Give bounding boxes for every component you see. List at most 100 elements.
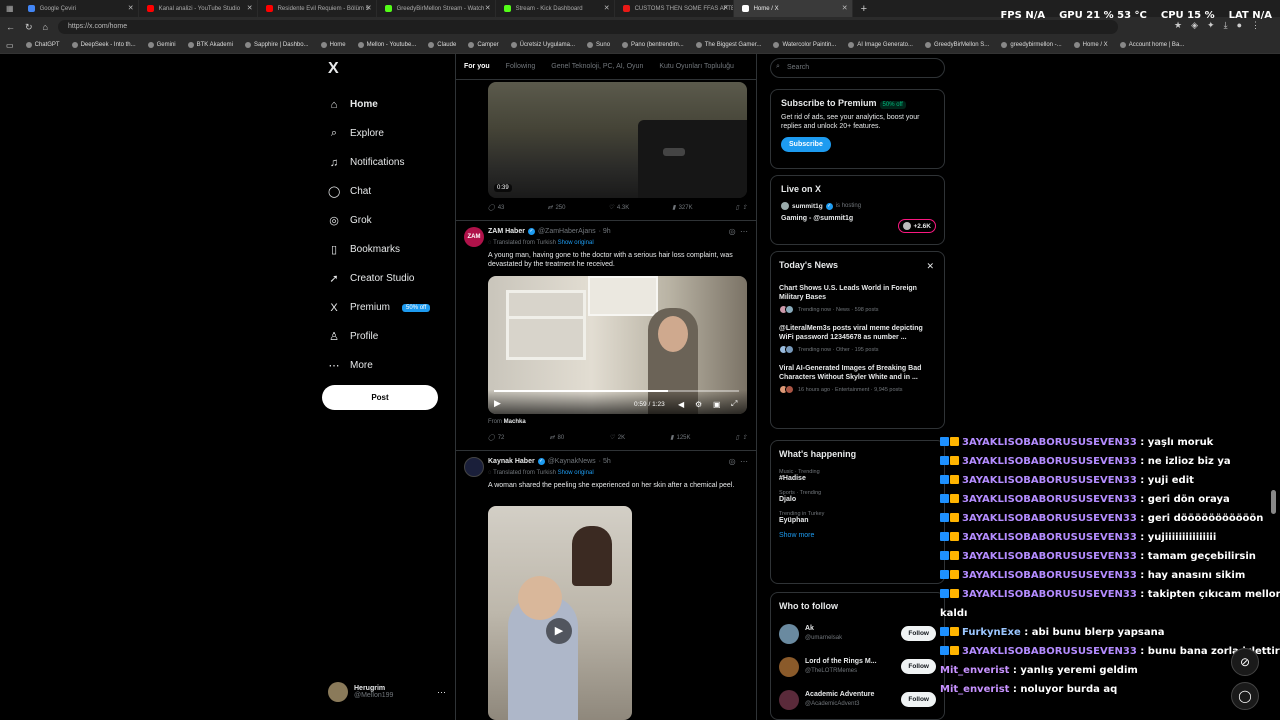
bookmark-item[interactable]: Mellon - Youtube... bbox=[357, 42, 416, 48]
bookmark-item[interactable]: AI Image Generato... bbox=[848, 42, 913, 48]
bookmark-item[interactable]: Suno bbox=[587, 42, 610, 48]
repost-button[interactable]: ⇄ 80 bbox=[550, 434, 565, 442]
nav-item-notifications[interactable]: ♫ Notifications bbox=[322, 148, 452, 177]
reply-button[interactable]: ◯ 72 bbox=[488, 434, 504, 442]
nav-item-explore[interactable]: ⌕ Explore bbox=[322, 119, 452, 148]
share-icon[interactable]: ⇪ bbox=[742, 204, 747, 211]
tweet[interactable]: ZAM ZAM Haber ✓ @ZamHaberAjans · 9h ◎ ⋯ … bbox=[456, 220, 756, 450]
more-icon[interactable]: ⋯ bbox=[740, 227, 748, 236]
share-icon[interactable]: ⇪ bbox=[742, 434, 747, 441]
bookmark-button[interactable]: ▯ ⇪ bbox=[736, 434, 747, 441]
avatar[interactable] bbox=[779, 656, 799, 677]
window-menu-icon[interactable]: ▦ bbox=[0, 4, 20, 13]
follow-button[interactable]: Follow bbox=[901, 659, 936, 674]
nav-item-bookmarks[interactable]: ▯ Bookmarks bbox=[322, 235, 452, 264]
bookmark-item[interactable]: Watercolor Paintin... bbox=[773, 42, 836, 48]
follow-name[interactable]: Lord of the Rings M... bbox=[805, 657, 895, 666]
nav-item-creator-studio[interactable]: ➚ Creator Studio bbox=[322, 264, 452, 293]
bookmark-item[interactable]: GreedyBirMellon S... bbox=[924, 42, 989, 48]
pip-icon[interactable]: ▣ bbox=[713, 400, 721, 409]
tab-genel[interactable]: Genel Teknoloji, PC, AI, Oyun bbox=[551, 63, 643, 70]
avatar[interactable] bbox=[779, 689, 799, 710]
bookmark-item[interactable]: greedybirmellon -... bbox=[1001, 42, 1062, 48]
follow-button[interactable]: Follow bbox=[901, 692, 936, 707]
bookmark-item[interactable]: Sapphire | Dashbo... bbox=[244, 42, 309, 48]
follow-name[interactable]: Academic Adventure bbox=[805, 690, 895, 699]
nav-item-home[interactable]: ⌂ Home bbox=[322, 90, 452, 119]
close-icon[interactable]: ✕ bbox=[128, 4, 134, 12]
grok-icon[interactable]: ◎ bbox=[729, 227, 736, 236]
apps-icon[interactable]: ▭ bbox=[6, 41, 14, 50]
video-player[interactable]: 0:39 bbox=[488, 82, 747, 198]
bookmark-item[interactable]: Gemini bbox=[147, 42, 176, 48]
source-link[interactable]: Machka bbox=[504, 419, 526, 425]
video-player[interactable]: ▶ 0:59 / 1:23 ◀ ⚙ ▣ ⤢ bbox=[488, 276, 747, 414]
bookmark-item[interactable]: BTK Akademi bbox=[187, 42, 233, 48]
search-input[interactable]: Search bbox=[770, 58, 945, 78]
follow-button[interactable]: Follow bbox=[901, 626, 936, 641]
avatar[interactable] bbox=[464, 457, 484, 477]
trend-item[interactable]: Music · Trending #Hadise bbox=[779, 469, 936, 482]
grok-float-button[interactable]: ⊘ bbox=[1231, 648, 1259, 676]
author-name[interactable]: ZAM Haber bbox=[488, 228, 525, 235]
fullscreen-icon[interactable]: ⤢ bbox=[731, 399, 737, 409]
views-button[interactable]: ▮ 125K bbox=[670, 434, 690, 442]
bookmark-item[interactable]: ChatGPT bbox=[25, 42, 60, 48]
tab-kutu[interactable]: Kutu Oyunları Topluluğu bbox=[659, 63, 734, 70]
tweet[interactable]: Kaynak Haber ✓ @KaynakNews · 5h ◎ ⋯ ◌ Tr… bbox=[456, 450, 756, 720]
bookmark-item[interactable]: Home bbox=[320, 42, 346, 48]
views-button[interactable]: ▮ 327K bbox=[672, 204, 692, 212]
tab-following[interactable]: Following bbox=[506, 63, 536, 70]
tweet-time[interactable]: · 5h bbox=[599, 458, 611, 465]
bookmark-button[interactable]: ▯ ⇪ bbox=[736, 204, 747, 211]
browser-tab[interactable]: GreedyBirMellon Stream - Watch ✕ bbox=[377, 0, 496, 17]
avatar[interactable]: ZAM bbox=[464, 227, 484, 247]
browser-tab[interactable]: Google Çeviri ✕ bbox=[20, 0, 139, 17]
author-handle[interactable]: @ZamHaberAjans bbox=[538, 228, 596, 235]
tweet-time[interactable]: · 9h bbox=[599, 228, 611, 235]
show-original-link[interactable]: Show original bbox=[558, 470, 594, 476]
page-scrollbar[interactable] bbox=[1271, 490, 1276, 514]
messages-float-button[interactable]: ◯ bbox=[1231, 682, 1259, 710]
new-tab-icon[interactable]: + bbox=[853, 3, 875, 15]
trend-item[interactable]: Sports · Trending Djalo bbox=[779, 490, 936, 503]
x-logo-icon[interactable]: X bbox=[328, 60, 452, 78]
close-icon[interactable]: ✕ bbox=[842, 4, 848, 12]
author-name[interactable]: Kaynak Haber bbox=[488, 458, 535, 465]
bookmark-item[interactable]: Ücretsiz Uygulama... bbox=[510, 42, 575, 48]
trend-item[interactable]: Trending in Turkey Eyüphan bbox=[779, 511, 936, 524]
nav-item-profile[interactable]: ♙ Profile bbox=[322, 322, 452, 351]
subscribe-button[interactable]: Subscribe bbox=[781, 137, 831, 152]
play-icon[interactable]: ▶ bbox=[546, 618, 572, 644]
bookmark-item[interactable]: Camper bbox=[468, 42, 499, 48]
play-icon[interactable]: ▶ bbox=[494, 398, 501, 409]
settings-icon[interactable]: ⚙ bbox=[695, 400, 702, 409]
post-button[interactable]: Post bbox=[322, 385, 438, 410]
close-icon[interactable]: ✕ bbox=[485, 4, 491, 12]
nav-item-grok[interactable]: ◎ Grok bbox=[322, 206, 452, 235]
nav-item-chat[interactable]: ◯ Chat bbox=[322, 177, 452, 206]
more-icon[interactable]: ⋯ bbox=[437, 687, 446, 698]
browser-tab[interactable]: CUSTOMS THEN SOME FFAS AFTER ✕ bbox=[615, 0, 734, 17]
nav-item-more[interactable]: ⋯ More bbox=[322, 351, 452, 380]
avatar[interactable] bbox=[779, 623, 799, 644]
live-listeners[interactable]: +2.6K bbox=[898, 219, 936, 233]
more-icon[interactable]: ⋯ bbox=[740, 457, 748, 466]
follow-suggestion[interactable]: Ak @umarnelsak Follow bbox=[779, 617, 936, 650]
tab-for[interactable]: For you bbox=[464, 63, 490, 70]
bookmark-item[interactable]: DeepSeek - Into th... bbox=[71, 42, 136, 48]
video-player[interactable]: ▶ bbox=[488, 506, 632, 720]
volume-icon[interactable]: ◀ bbox=[678, 400, 684, 409]
browser-tab[interactable]: Residente Evil Requiem - Bölüm 5 ✕ bbox=[258, 0, 377, 17]
nav-item-premium[interactable]: X Premium 50% off bbox=[322, 293, 452, 322]
bookmark-item[interactable]: Claude bbox=[428, 42, 456, 48]
live-host[interactable]: summit1g ✓ is hosting bbox=[781, 202, 934, 210]
author-handle[interactable]: @KaynakNews bbox=[548, 458, 596, 465]
like-button[interactable]: ♡ 4.3K bbox=[609, 204, 630, 212]
follow-suggestion[interactable]: Academic Adventure @AcademicAdvent3 Follow bbox=[779, 683, 936, 716]
close-icon[interactable]: ✕ bbox=[247, 4, 253, 12]
grok-icon[interactable]: ◎ bbox=[729, 457, 736, 466]
bookmark-item[interactable]: Home / X bbox=[1073, 42, 1108, 48]
reload-icon[interactable]: ↻ bbox=[25, 22, 33, 33]
news-item[interactable]: @LiteralMem3s posts viral meme depicting… bbox=[779, 324, 936, 354]
